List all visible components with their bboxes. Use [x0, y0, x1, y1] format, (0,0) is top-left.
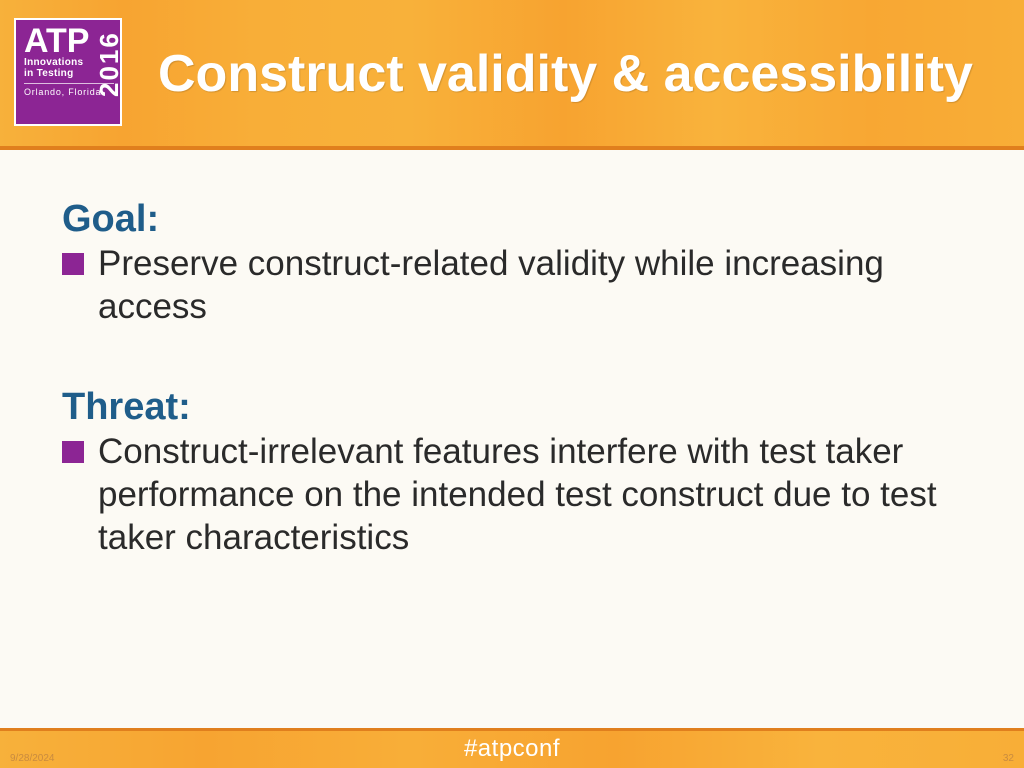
bullet-square-icon [62, 253, 84, 275]
section-label-threat: Threat: [62, 386, 968, 429]
spacer [62, 358, 968, 386]
bullet-text: Preserve construct-related validity whil… [98, 243, 968, 328]
section-label-goal: Goal: [62, 198, 968, 241]
bullet-row: Preserve construct-related validity whil… [62, 243, 968, 328]
footer-hashtag: #atpconf [0, 735, 1024, 763]
bullet-text: Construct-irrelevant features interfere … [98, 431, 968, 559]
footer-banner: #atpconf 9/28/2024 32 [0, 728, 1024, 768]
bullet-row: Construct-irrelevant features interfere … [62, 431, 968, 559]
content-area: Goal: Preserve construct-related validit… [62, 198, 968, 589]
slide: ATP Innovations in Testing Orlando, Flor… [0, 0, 1024, 768]
footer-page-number: 32 [1003, 753, 1014, 764]
atp-logo: ATP Innovations in Testing Orlando, Flor… [14, 18, 122, 126]
footer-date: 9/28/2024 [10, 753, 55, 764]
logo-year: 2016 [94, 28, 116, 100]
slide-title: Construct validity & accessibility [158, 44, 1004, 104]
bullet-square-icon [62, 441, 84, 463]
header-banner: ATP Innovations in Testing Orlando, Flor… [0, 0, 1024, 150]
